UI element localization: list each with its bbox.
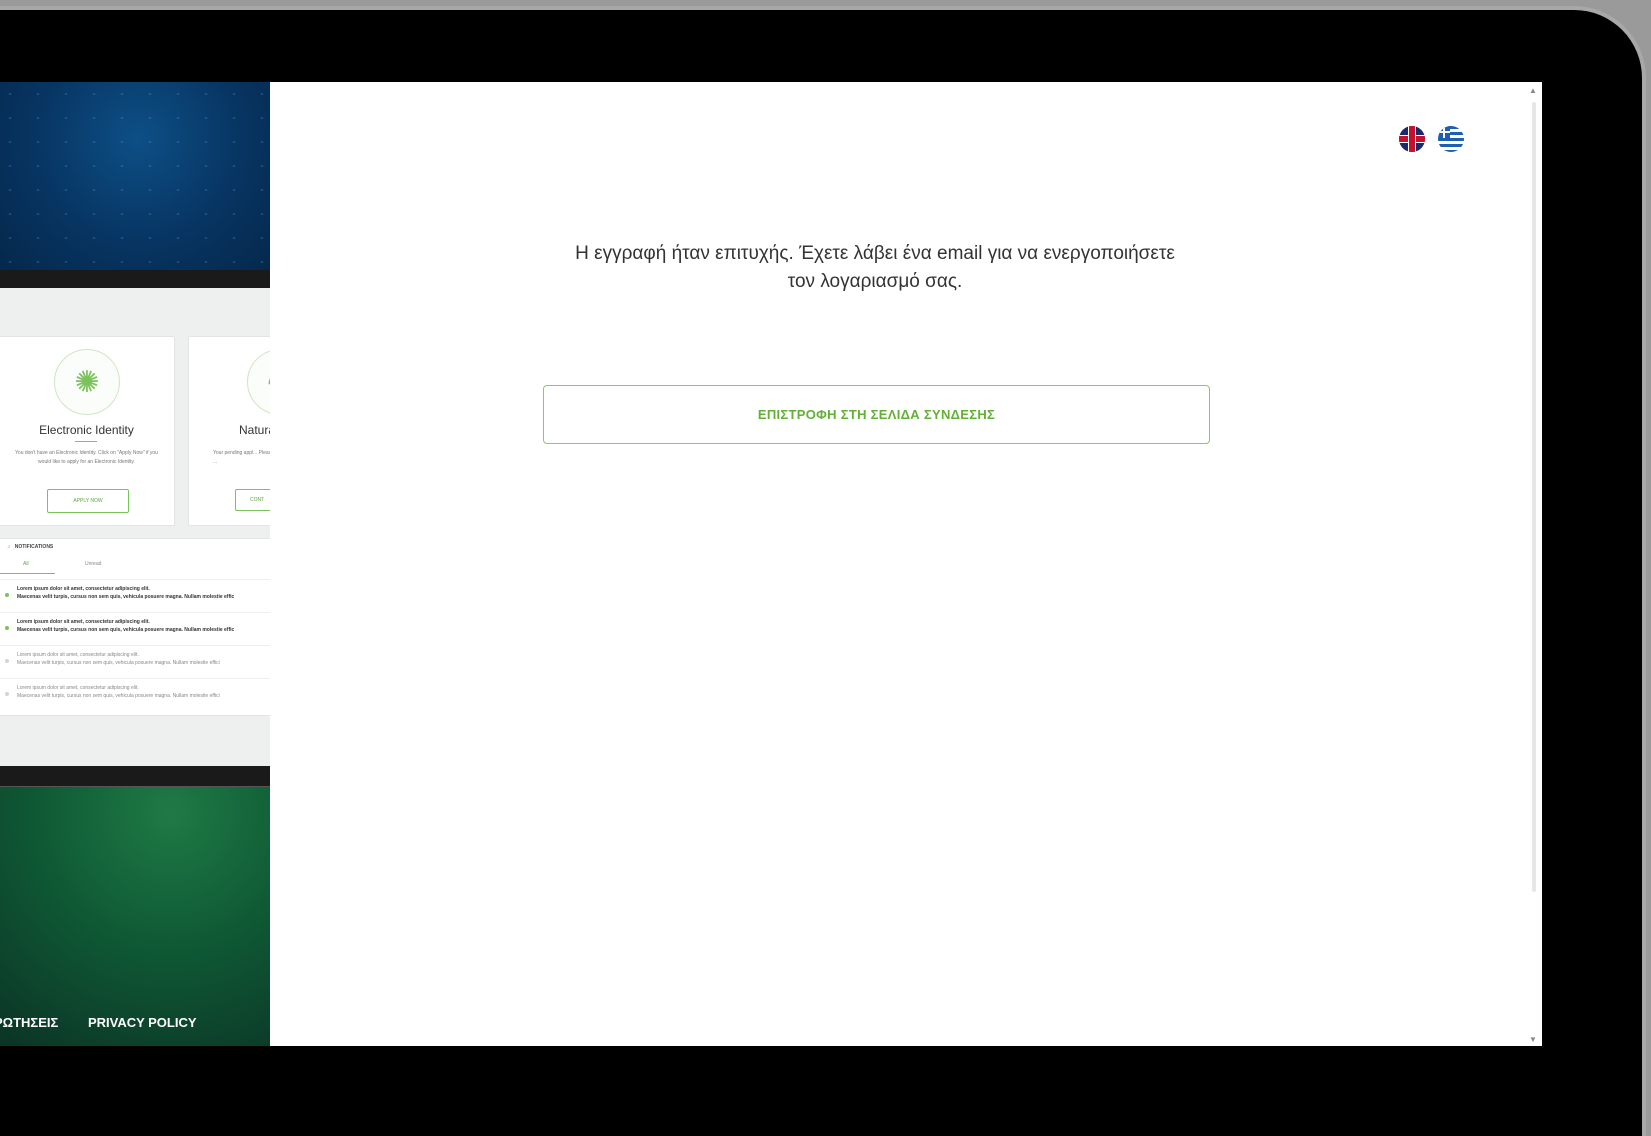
notifications-heading: ♫ NOTIFICATIONS: [7, 544, 54, 550]
screen: « ⌄ ⌄ ⌄ s) ✺ Electronic Identity You don…: [0, 82, 1542, 1046]
tab-unread: Unread: [85, 561, 102, 567]
person-icon: ◠: [247, 349, 270, 415]
scrollbar-thumb[interactable]: [1532, 102, 1536, 892]
contact-button: CONT: [235, 489, 270, 511]
read-dot-icon: [5, 659, 9, 663]
notification-item: Lorem ipsum dolor sit amet, consectetur …: [0, 645, 270, 679]
card-title: Natura: [239, 423, 270, 437]
card-description: You don't have an Electronic Identity. C…: [15, 450, 158, 465]
success-message: Η εγγραφή ήταν επιτυχής. Έχετε λάβει ένα…: [530, 240, 1220, 296]
notification-body: Maecenas velit turpis, cursus non sem qu…: [17, 627, 235, 633]
footer-link-faq[interactable]: ΡΩΤΗΣΕΙΣ: [0, 1015, 58, 1030]
mockup-frame-bottom: [0, 766, 270, 787]
notification-item: Lorem ipsum dolor sit amet, consectetur …: [0, 678, 270, 712]
success-message-line-2: τον λογαριασμό σας.: [787, 271, 963, 292]
dashboard-mockup: « ⌄ ⌄ ⌄ s) ✺ Electronic Identity You don…: [0, 288, 270, 766]
notification-item: Lorem ipsum dolor sit amet, consectetur …: [0, 612, 270, 646]
notification-title: Lorem ipsum dolor sit amet, consectetur …: [17, 619, 150, 625]
hero-image-bottom: ΡΩΤΗΣΕΙΣ PRIVACY POLICY: [0, 787, 270, 1046]
tab-all: All: [23, 561, 29, 567]
scroll-up-icon[interactable]: ▲: [1529, 86, 1537, 95]
scrollbar[interactable]: ▲ ▼: [1526, 82, 1542, 1046]
hero-image-top: [0, 82, 270, 270]
read-dot-icon: [5, 692, 9, 696]
showcase-panel: « ⌄ ⌄ ⌄ s) ✺ Electronic Identity You don…: [0, 82, 270, 1046]
notification-body: Maecenas velit turpis, cursus non sem qu…: [17, 660, 220, 666]
notification-item: Lorem ipsum dolor sit amet, consectetur …: [0, 579, 270, 613]
notification-title: Lorem ipsum dolor sit amet, consectetur …: [17, 586, 150, 592]
active-tab-indicator: [0, 573, 55, 574]
success-message-line-1: Η εγγραφή ήταν επιτυχής. Έχετε λάβει ένα…: [575, 243, 1175, 264]
unread-dot-icon: [5, 626, 9, 630]
electronic-identity-card: ✺ Electronic Identity You don't have an …: [0, 336, 175, 526]
natural-person-card: ◠ Natura Your pending appl... Please con…: [188, 336, 270, 526]
card-divider: [75, 441, 97, 442]
notification-body: Maecenas velit turpis, cursus non sem qu…: [17, 594, 235, 600]
mockup-frame-top: [0, 270, 270, 288]
device-frame: « ⌄ ⌄ ⌄ s) ✺ Electronic Identity You don…: [0, 6, 1646, 1136]
notifications-panel: ♫ NOTIFICATIONS All Unread Lorem ipsum do…: [0, 538, 270, 716]
english-flag-icon[interactable]: [1399, 126, 1425, 152]
footer-link-privacy-policy[interactable]: PRIVACY POLICY: [88, 1015, 197, 1030]
main-content: Η εγγραφή ήταν επιτυχής. Έχετε λάβει ένα…: [270, 82, 1542, 1046]
return-to-login-button[interactable]: ΕΠΙΣΤΡΟΦΗ ΣΤΗ ΣΕΛΙΔΑ ΣΥΝΔΕΣΗΣ: [543, 385, 1210, 444]
scroll-down-icon[interactable]: ▼: [1529, 1035, 1537, 1044]
apply-now-button: APPLY NOW: [47, 489, 129, 513]
card-description: Your pending appl... Please contact ...: [213, 450, 270, 465]
greek-flag-icon[interactable]: [1438, 126, 1464, 152]
notification-title: Lorem ipsum dolor sit amet, consectetur …: [17, 652, 139, 658]
card-title: Electronic Identity: [39, 423, 134, 437]
unread-dot-icon: [5, 593, 9, 597]
bell-icon: ♫: [7, 544, 11, 550]
footer-links: ΡΩΤΗΣΕΙΣ PRIVACY POLICY: [0, 1015, 223, 1030]
notification-title: Lorem ipsum dolor sit amet, consectetur …: [17, 685, 139, 691]
fingerprint-icon: ✺: [54, 349, 120, 415]
notification-body: Maecenas velit turpis, cursus non sem qu…: [17, 693, 220, 699]
